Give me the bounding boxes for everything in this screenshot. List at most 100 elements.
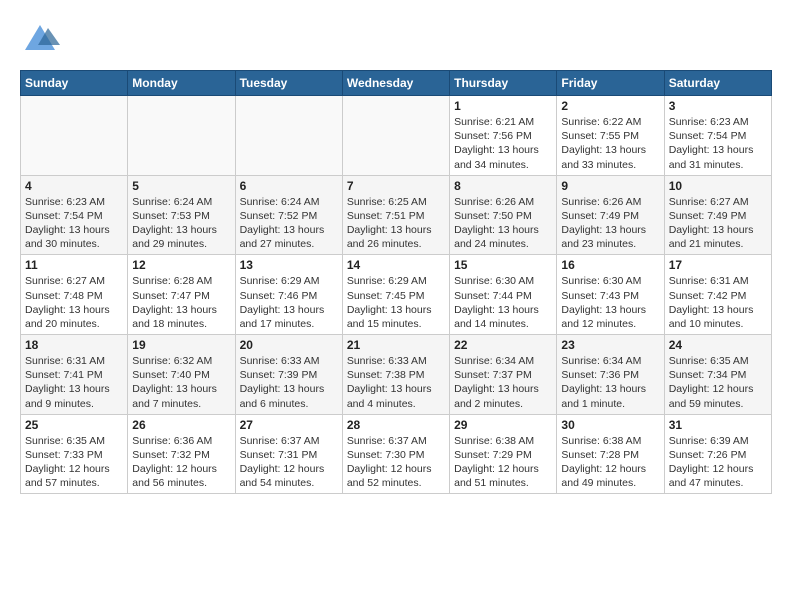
day-info: Sunrise: 6:33 AM Sunset: 7:39 PM Dayligh… bbox=[240, 354, 338, 411]
calendar-cell: 31 Sunrise: 6:39 AM Sunset: 7:26 PM Dayli… bbox=[664, 414, 771, 494]
day-info: Sunrise: 6:30 AM Sunset: 7:44 PM Dayligh… bbox=[454, 274, 552, 331]
day-number: 6 bbox=[240, 179, 338, 193]
day-info: Sunrise: 6:38 AM Sunset: 7:29 PM Dayligh… bbox=[454, 434, 552, 491]
calendar-week-4: 25Sunrise: 6:35 AM Sunset: 7:33 PM Dayli… bbox=[21, 414, 772, 494]
day-info: Sunrise: 6:26 AM Sunset: 7:50 PM Dayligh… bbox=[454, 195, 552, 252]
day-info: Sunrise: 6:30 AM Sunset: 7:43 PM Dayligh… bbox=[561, 274, 659, 331]
calendar-cell bbox=[21, 96, 128, 176]
calendar-cell: 2 Sunrise: 6:22 AM Sunset: 7:55 PM Daylig… bbox=[557, 96, 664, 176]
day-number: 13 bbox=[240, 258, 338, 272]
day-info: Sunrise: 6:31 AM Sunset: 7:41 PM Dayligh… bbox=[25, 354, 123, 411]
day-number: 23 bbox=[561, 338, 659, 352]
calendar-cell: 5 Sunrise: 6:24 AM Sunset: 7:53 PM Daylig… bbox=[128, 175, 235, 255]
calendar-cell: 3 Sunrise: 6:23 AM Sunset: 7:54 PM Daylig… bbox=[664, 96, 771, 176]
calendar-week-0: 1 Sunrise: 6:21 AM Sunset: 7:56 PM Daylig… bbox=[21, 96, 772, 176]
calendar-table: SundayMondayTuesdayWednesdayThursdayFrid… bbox=[20, 70, 772, 494]
day-info: Sunrise: 6:29 AM Sunset: 7:46 PM Dayligh… bbox=[240, 274, 338, 331]
day-number: 7 bbox=[347, 179, 445, 193]
day-info: Sunrise: 6:39 AM Sunset: 7:26 PM Dayligh… bbox=[669, 434, 767, 491]
calendar-cell: 21 Sunrise: 6:33 AM Sunset: 7:38 PM Dayli… bbox=[342, 335, 449, 415]
day-number: 2 bbox=[561, 99, 659, 113]
logo bbox=[20, 20, 64, 60]
weekday-header-friday: Friday bbox=[557, 71, 664, 96]
day-info: Sunrise: 6:33 AM Sunset: 7:38 PM Dayligh… bbox=[347, 354, 445, 411]
calendar-cell bbox=[235, 96, 342, 176]
weekday-header-monday: Monday bbox=[128, 71, 235, 96]
calendar-cell: 30 Sunrise: 6:38 AM Sunset: 7:28 PM Dayli… bbox=[557, 414, 664, 494]
day-number: 3 bbox=[669, 99, 767, 113]
calendar-cell: 26Sunrise: 6:36 AM Sunset: 7:32 PM Dayli… bbox=[128, 414, 235, 494]
weekday-header-thursday: Thursday bbox=[450, 71, 557, 96]
day-info: Sunrise: 6:24 AM Sunset: 7:52 PM Dayligh… bbox=[240, 195, 338, 252]
calendar-cell bbox=[128, 96, 235, 176]
calendar-week-3: 18 Sunrise: 6:31 AM Sunset: 7:41 PM Dayli… bbox=[21, 335, 772, 415]
page-header bbox=[20, 20, 772, 60]
weekday-header-saturday: Saturday bbox=[664, 71, 771, 96]
day-info: Sunrise: 6:23 AM Sunset: 7:54 PM Dayligh… bbox=[25, 195, 123, 252]
calendar-week-2: 11 Sunrise: 6:27 AM Sunset: 7:48 PM Dayli… bbox=[21, 255, 772, 335]
day-number: 11 bbox=[25, 258, 123, 272]
day-number: 16 bbox=[561, 258, 659, 272]
calendar-cell: 1 Sunrise: 6:21 AM Sunset: 7:56 PM Daylig… bbox=[450, 96, 557, 176]
day-info: Sunrise: 6:36 AM Sunset: 7:32 PM Dayligh… bbox=[132, 434, 230, 491]
day-number: 18 bbox=[25, 338, 123, 352]
weekday-header-wednesday: Wednesday bbox=[342, 71, 449, 96]
day-number: 15 bbox=[454, 258, 552, 272]
calendar-cell: 28 Sunrise: 6:37 AM Sunset: 7:30 PM Dayli… bbox=[342, 414, 449, 494]
calendar-cell: 16 Sunrise: 6:30 AM Sunset: 7:43 PM Dayli… bbox=[557, 255, 664, 335]
day-info: Sunrise: 6:31 AM Sunset: 7:42 PM Dayligh… bbox=[669, 274, 767, 331]
day-info: Sunrise: 6:25 AM Sunset: 7:51 PM Dayligh… bbox=[347, 195, 445, 252]
calendar-cell: 10 Sunrise: 6:27 AM Sunset: 7:49 PM Dayli… bbox=[664, 175, 771, 255]
day-number: 28 bbox=[347, 418, 445, 432]
day-info: Sunrise: 6:21 AM Sunset: 7:56 PM Dayligh… bbox=[454, 115, 552, 172]
day-info: Sunrise: 6:35 AM Sunset: 7:33 PM Dayligh… bbox=[25, 434, 123, 491]
day-info: Sunrise: 6:32 AM Sunset: 7:40 PM Dayligh… bbox=[132, 354, 230, 411]
calendar-cell: 25Sunrise: 6:35 AM Sunset: 7:33 PM Dayli… bbox=[21, 414, 128, 494]
calendar-cell: 8 Sunrise: 6:26 AM Sunset: 7:50 PM Daylig… bbox=[450, 175, 557, 255]
calendar-cell: 13 Sunrise: 6:29 AM Sunset: 7:46 PM Dayli… bbox=[235, 255, 342, 335]
day-info: Sunrise: 6:38 AM Sunset: 7:28 PM Dayligh… bbox=[561, 434, 659, 491]
day-info: Sunrise: 6:27 AM Sunset: 7:48 PM Dayligh… bbox=[25, 274, 123, 331]
day-number: 30 bbox=[561, 418, 659, 432]
day-number: 24 bbox=[669, 338, 767, 352]
day-number: 14 bbox=[347, 258, 445, 272]
calendar-cell: 4Sunrise: 6:23 AM Sunset: 7:54 PM Daylig… bbox=[21, 175, 128, 255]
calendar-cell: 17 Sunrise: 6:31 AM Sunset: 7:42 PM Dayli… bbox=[664, 255, 771, 335]
day-number: 10 bbox=[669, 179, 767, 193]
weekday-header-tuesday: Tuesday bbox=[235, 71, 342, 96]
day-number: 27 bbox=[240, 418, 338, 432]
day-info: Sunrise: 6:27 AM Sunset: 7:49 PM Dayligh… bbox=[669, 195, 767, 252]
calendar-cell: 18 Sunrise: 6:31 AM Sunset: 7:41 PM Dayli… bbox=[21, 335, 128, 415]
day-info: Sunrise: 6:34 AM Sunset: 7:37 PM Dayligh… bbox=[454, 354, 552, 411]
calendar-cell: 15 Sunrise: 6:30 AM Sunset: 7:44 PM Dayli… bbox=[450, 255, 557, 335]
calendar-cell: 23 Sunrise: 6:34 AM Sunset: 7:36 PM Dayli… bbox=[557, 335, 664, 415]
day-number: 9 bbox=[561, 179, 659, 193]
calendar-cell: 11 Sunrise: 6:27 AM Sunset: 7:48 PM Dayli… bbox=[21, 255, 128, 335]
day-info: Sunrise: 6:34 AM Sunset: 7:36 PM Dayligh… bbox=[561, 354, 659, 411]
day-number: 21 bbox=[347, 338, 445, 352]
day-info: Sunrise: 6:28 AM Sunset: 7:47 PM Dayligh… bbox=[132, 274, 230, 331]
day-number: 19 bbox=[132, 338, 230, 352]
calendar-cell: 6 Sunrise: 6:24 AM Sunset: 7:52 PM Daylig… bbox=[235, 175, 342, 255]
day-info: Sunrise: 6:24 AM Sunset: 7:53 PM Dayligh… bbox=[132, 195, 230, 252]
day-info: Sunrise: 6:22 AM Sunset: 7:55 PM Dayligh… bbox=[561, 115, 659, 172]
logo-icon bbox=[20, 20, 60, 60]
day-info: Sunrise: 6:29 AM Sunset: 7:45 PM Dayligh… bbox=[347, 274, 445, 331]
calendar-cell bbox=[342, 96, 449, 176]
calendar-cell: 24 Sunrise: 6:35 AM Sunset: 7:34 PM Dayli… bbox=[664, 335, 771, 415]
day-info: Sunrise: 6:26 AM Sunset: 7:49 PM Dayligh… bbox=[561, 195, 659, 252]
day-number: 1 bbox=[454, 99, 552, 113]
day-info: Sunrise: 6:37 AM Sunset: 7:30 PM Dayligh… bbox=[347, 434, 445, 491]
day-info: Sunrise: 6:23 AM Sunset: 7:54 PM Dayligh… bbox=[669, 115, 767, 172]
calendar-cell: 19 Sunrise: 6:32 AM Sunset: 7:40 PM Dayli… bbox=[128, 335, 235, 415]
day-number: 8 bbox=[454, 179, 552, 193]
calendar-cell: 12Sunrise: 6:28 AM Sunset: 7:47 PM Dayli… bbox=[128, 255, 235, 335]
day-number: 31 bbox=[669, 418, 767, 432]
day-number: 5 bbox=[132, 179, 230, 193]
day-number: 17 bbox=[669, 258, 767, 272]
day-info: Sunrise: 6:35 AM Sunset: 7:34 PM Dayligh… bbox=[669, 354, 767, 411]
calendar-cell: 29 Sunrise: 6:38 AM Sunset: 7:29 PM Dayli… bbox=[450, 414, 557, 494]
calendar-header-row: SundayMondayTuesdayWednesdayThursdayFrid… bbox=[21, 71, 772, 96]
calendar-cell: 22Sunrise: 6:34 AM Sunset: 7:37 PM Dayli… bbox=[450, 335, 557, 415]
day-number: 29 bbox=[454, 418, 552, 432]
